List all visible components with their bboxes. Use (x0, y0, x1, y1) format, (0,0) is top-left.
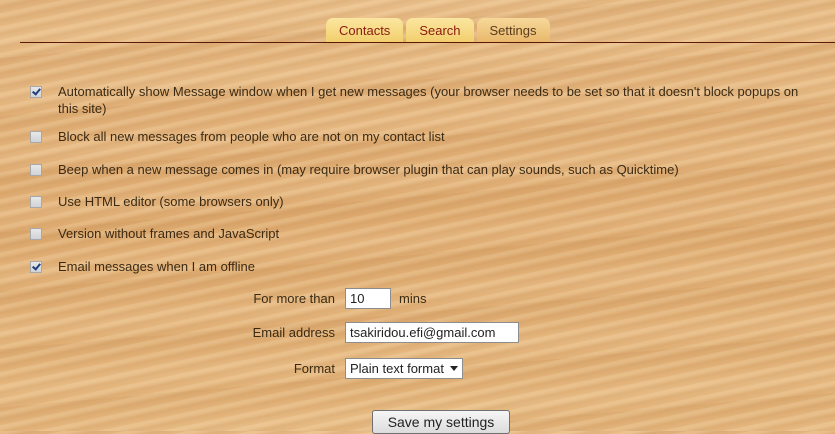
header-divider (20, 42, 835, 43)
auto-show-checkbox[interactable] (30, 86, 42, 98)
block-non-contacts-checkbox[interactable] (30, 131, 42, 143)
option-email-offline: Email messages when I am offline (30, 258, 820, 275)
chevron-down-icon (449, 366, 458, 371)
format-select[interactable]: Plain text format (345, 358, 463, 379)
format-row: Format Plain text format (135, 358, 463, 379)
tab-settings[interactable]: Settings (476, 18, 550, 42)
option-label: Use HTML editor (some browsers only) (58, 194, 284, 209)
save-settings-button[interactable]: Save my settings (372, 410, 510, 434)
option-label: Email messages when I am offline (58, 259, 256, 274)
option-block-non-contacts: Block all new messages from people who a… (30, 128, 820, 145)
option-label: Version without frames and JavaScript (58, 226, 280, 241)
email-address-input[interactable]: tsakiridou.efi@gmail.com (345, 322, 519, 343)
email-row: Email address tsakiridou.efi@gmail.com (135, 322, 519, 343)
tab-search[interactable]: Search (406, 18, 474, 42)
beep-checkbox[interactable] (30, 164, 42, 176)
for-more-than-label: For more than (253, 291, 335, 306)
option-beep: Beep when a new message comes in (may re… (30, 161, 820, 178)
option-auto-show-message-window: Automatically show Message window when I… (30, 83, 820, 117)
option-no-frames: Version without frames and JavaScript (30, 225, 820, 242)
option-label: Block all new messages from people who a… (58, 129, 445, 144)
minutes-row: For more than 10 mins (135, 288, 426, 309)
tab-bar: Contacts Search Settings (326, 18, 553, 42)
option-label: Automatically show Message window when I… (58, 84, 799, 116)
html-editor-checkbox[interactable] (30, 196, 42, 208)
tab-contacts[interactable]: Contacts (326, 18, 404, 42)
minutes-input[interactable]: 10 (345, 288, 391, 309)
option-label: Beep when a new message comes in (may re… (58, 162, 679, 177)
email-address-label: Email address (252, 325, 335, 340)
no-frames-checkbox[interactable] (30, 228, 42, 240)
format-selected-value: Plain text format (350, 361, 444, 376)
minutes-unit: mins (399, 291, 427, 306)
option-html-editor: Use HTML editor (some browsers only) (30, 193, 820, 210)
email-offline-checkbox[interactable] (30, 261, 42, 273)
format-label: Format (293, 361, 335, 376)
